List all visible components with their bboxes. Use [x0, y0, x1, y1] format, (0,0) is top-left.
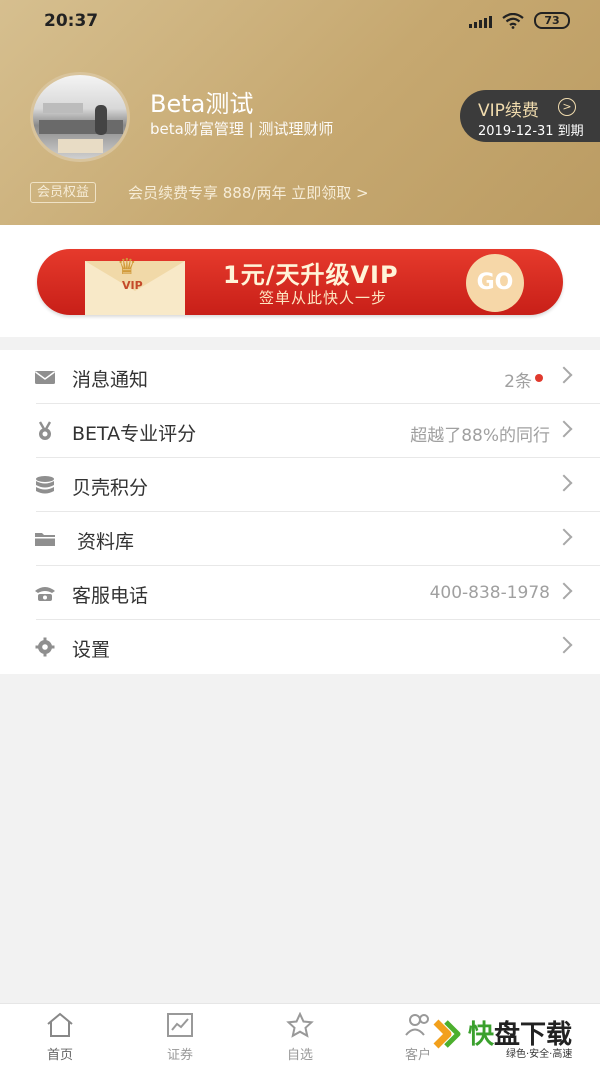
profile-header: 20:37 73 Beta测试 beta财富管理 | 测试理财师 VIP续费 >… [0, 0, 600, 225]
watermark-slogan: 绿色·安全·高速 [506, 1049, 573, 1060]
vip-expire-date: 2019-12-31 到期 [478, 124, 584, 139]
banner-title: 1元/天升级VIP [223, 261, 399, 289]
menu-item-settings[interactable]: 设置 [0, 620, 600, 674]
menu-item-value: 超越了88%的同行 [410, 426, 550, 446]
chevron-right-icon [555, 474, 573, 492]
banner-subtitle: 签单从此快人一步 [259, 289, 388, 307]
menu-item-label: 消息通知 [72, 369, 149, 391]
menu-item-label: 客服电话 [72, 585, 149, 607]
unread-dot [535, 374, 543, 382]
mail-icon [35, 371, 55, 384]
menu-item-label: 贝壳积分 [72, 477, 149, 499]
signal-icon [469, 14, 492, 28]
promo-area: ♛ VIP 1元/天升级VIP 签单从此快人一步 GO [0, 225, 600, 337]
menu-item-label: 资料库 [77, 531, 135, 553]
home-icon [47, 1012, 73, 1037]
chevron-right-icon: > [558, 98, 576, 116]
kuaipan-watermark: 快盘下载 绿色·安全·高速 [430, 1010, 600, 1067]
envelope-vip-text: VIP [122, 279, 143, 292]
folder-icon [35, 533, 55, 546]
chart-icon [167, 1013, 193, 1037]
vip-renew-label: VIP续费 [478, 101, 539, 121]
tab-home[interactable]: 首页 [25, 1004, 95, 1067]
status-time: 20:37 [44, 11, 99, 31]
phone-icon [35, 587, 55, 601]
member-perk-tag: 会员权益 [30, 182, 97, 203]
star-icon [286, 1012, 314, 1038]
menu-item-label: BETA专业评分 [72, 423, 197, 445]
user-name: Beta测试 [150, 90, 254, 118]
tab-label: 证券 [166, 1048, 193, 1063]
menu-item-value: 400-838-1978 [429, 583, 550, 603]
menu-item-notifications[interactable]: 消息通知 2条 [0, 350, 600, 404]
users-icon [405, 1014, 429, 1036]
gear-icon [35, 637, 55, 657]
menu-item-label: 设置 [72, 639, 111, 661]
chevron-right-icon [555, 636, 573, 654]
settings-menu: 消息通知 2条 BETA专业评分 超越了88%的同行 贝壳积分 资料库 客服电话… [0, 350, 600, 674]
download-logo-icon [433, 1019, 461, 1049]
battery-icon: 73 [534, 12, 570, 29]
chevron-right-icon [555, 366, 573, 384]
medal-icon [38, 421, 52, 440]
vip-renew-button[interactable]: VIP续费 > 2019-12-31 到期 [460, 90, 600, 142]
menu-item-points[interactable]: 贝壳积分 [0, 458, 600, 512]
user-subtitle: beta财富管理 | 测试理财师 [150, 120, 334, 138]
status-icons: 73 [469, 12, 570, 29]
chevron-right-icon [555, 528, 573, 546]
chevron-right-icon [555, 420, 573, 438]
go-button[interactable]: GO [466, 254, 524, 312]
crown-icon: ♛ [117, 255, 137, 280]
chevron-right-icon [555, 582, 573, 600]
coins-icon [36, 476, 54, 494]
avatar[interactable] [30, 72, 130, 162]
tab-label: 自选 [286, 1048, 313, 1063]
member-perk-link[interactable]: 会员续费专享 888/两年 立即领取 > [128, 182, 369, 203]
tab-securities[interactable]: 证券 [145, 1004, 215, 1067]
menu-item-value: 2条 [504, 372, 532, 392]
menu-item-hotline[interactable]: 客服电话 400-838-1978 [0, 566, 600, 620]
upgrade-vip-banner[interactable]: ♛ VIP 1元/天升级VIP 签单从此快人一步 GO [37, 249, 563, 315]
status-bar: 20:37 73 [0, 0, 600, 44]
tab-watchlist[interactable]: 自选 [265, 1004, 335, 1067]
menu-item-beta-score[interactable]: BETA专业评分 超越了88%的同行 [0, 404, 600, 458]
tab-label: 首页 [46, 1048, 73, 1063]
menu-item-library[interactable]: 资料库 [0, 512, 600, 566]
wifi-icon [502, 12, 524, 29]
